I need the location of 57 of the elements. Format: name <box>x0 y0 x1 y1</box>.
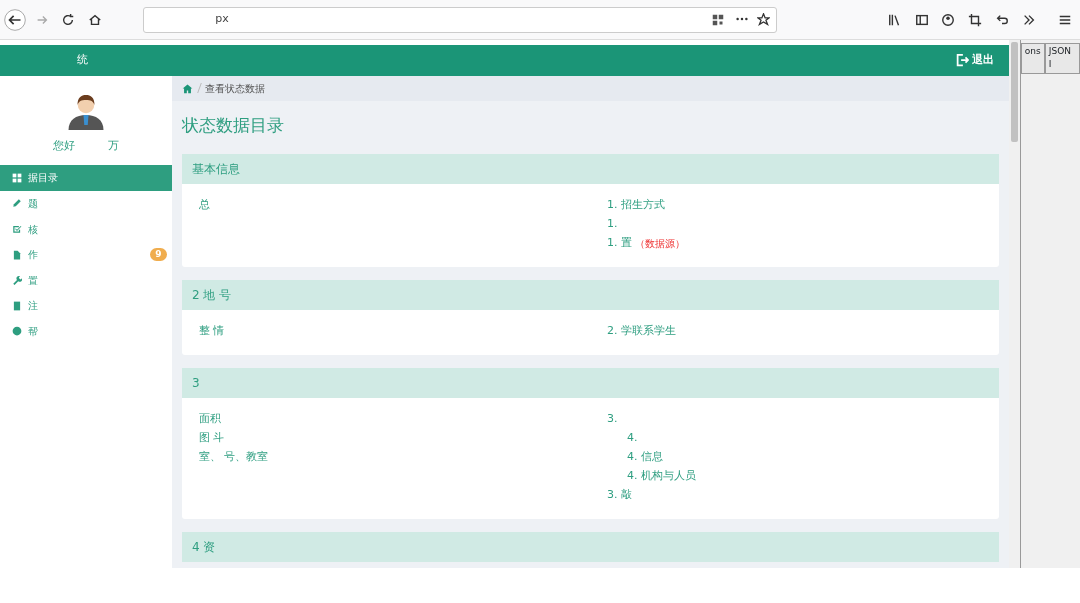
qr-code-icon[interactable] <box>712 13 725 26</box>
pencil-icon <box>12 198 22 209</box>
grid-icon <box>12 172 22 183</box>
logout-icon <box>955 53 970 68</box>
sidebar-item[interactable]: 题 <box>27 195 172 211</box>
address-field[interactable]: px <box>142 6 777 33</box>
sidebar-item[interactable]: 作 <box>27 247 145 263</box>
user-name: 万 <box>108 137 119 154</box>
greeting-text: 您好 <box>53 137 75 154</box>
account-button[interactable] <box>941 12 956 27</box>
count-badge: 9 <box>150 247 167 262</box>
book-icon <box>12 300 22 311</box>
sidebar-item[interactable]: 核 <box>27 221 172 237</box>
crop-button[interactable] <box>968 12 982 27</box>
list-link[interactable]: 1. <box>606 216 618 233</box>
logout-link[interactable]: 退出 <box>955 52 994 69</box>
bookmark-star-icon[interactable] <box>757 13 771 26</box>
library-button[interactable] <box>887 12 902 27</box>
home-icon[interactable] <box>182 82 193 94</box>
page-title: 状态数据目录 <box>182 113 285 137</box>
sidebar-item[interactable]: 帮 <box>27 323 172 339</box>
list-link[interactable]: 整 情 <box>198 323 224 340</box>
list-link[interactable]: 3. <box>606 411 618 428</box>
sidebar-item[interactable]: 注 <box>27 298 172 314</box>
section-title: 2 地 号 <box>192 287 232 305</box>
scrollbar[interactable] <box>1008 40 1020 568</box>
list-link[interactable]: 图 斗 <box>198 430 224 447</box>
list-link[interactable]: 面积 <box>198 411 221 428</box>
source-note: （数据源） <box>634 237 685 252</box>
wrench-icon <box>12 275 22 286</box>
sidebar-item[interactable]: 置 <box>27 272 172 288</box>
window-tab[interactable]: ons <box>1020 42 1045 74</box>
sidebar-item[interactable]: 据目录 <box>0 165 172 191</box>
window-tab[interactable]: JSON I <box>1044 42 1080 74</box>
list-link[interactable]: 2. 学联系学生 <box>606 323 676 340</box>
section-title: 4 资 <box>192 539 216 557</box>
list-link[interactable]: 1. 招生方式 <box>606 197 665 214</box>
undo-button[interactable] <box>994 12 1009 27</box>
url-text: px <box>214 11 230 28</box>
breadcrumb-item[interactable]: 查看状态数据 <box>205 80 265 96</box>
home-button[interactable] <box>88 12 102 27</box>
reload-button[interactable] <box>61 12 76 27</box>
section-title: 3 <box>192 375 200 393</box>
list-link[interactable]: 4. <box>626 430 638 447</box>
file-icon <box>12 249 22 260</box>
brand-text: 统 <box>76 52 88 69</box>
back-button[interactable] <box>3 8 26 31</box>
list-link[interactable]: 3. 敲 <box>606 487 632 504</box>
section-title: 基本信息 <box>192 161 240 179</box>
menu-label: 据目录 <box>27 171 59 186</box>
list-link[interactable]: 总 <box>198 197 210 214</box>
checkbox-icon <box>12 224 22 235</box>
sidebar-button[interactable] <box>914 12 929 27</box>
list-link[interactable]: 室、 号、教室 <box>198 449 268 466</box>
list-link[interactable]: 1. 置 <box>606 235 632 252</box>
list-link[interactable]: 4. 信息 <box>626 449 663 466</box>
list-link[interactable]: 4. 机构与人员 <box>626 468 696 485</box>
